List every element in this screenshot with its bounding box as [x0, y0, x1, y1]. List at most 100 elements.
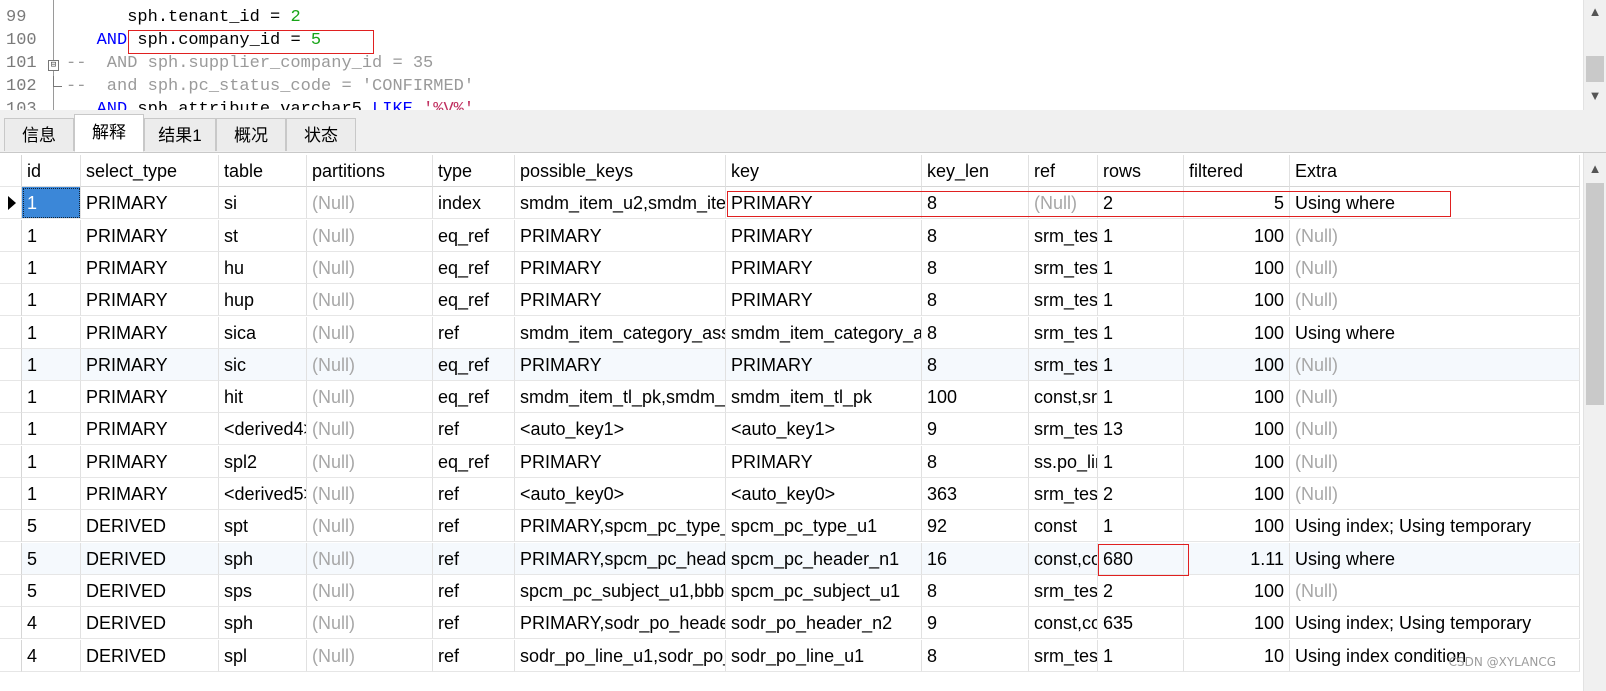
cell-id[interactable]: 1 — [22, 348, 81, 381]
cell-rows[interactable]: 1 — [1098, 316, 1184, 349]
cell-key-len[interactable]: 8 — [922, 251, 1029, 284]
code-line[interactable]: 102 -- and sph.pc_status_code = 'CONFIRME… — [0, 75, 1580, 98]
cell-table[interactable]: sph — [219, 607, 307, 640]
cell-rows[interactable]: 2 — [1098, 478, 1184, 510]
cell-id[interactable]: 1 — [22, 187, 81, 220]
cell-ref[interactable]: const,const — [1029, 542, 1098, 575]
cell-type[interactable]: ref — [433, 607, 515, 640]
tab-info[interactable]: 信息 — [4, 118, 74, 151]
tab-overview[interactable]: 概况 — [216, 118, 286, 151]
cell-select-type[interactable]: PRIMARY — [81, 413, 219, 446]
code-line[interactable]: 103 AND sph.attribute_varchar5 LIKE '%V%… — [0, 98, 1580, 110]
table-row[interactable]: 1 PRIMARY <derived4> (Null) ref <auto_key1> <a… — [0, 413, 1580, 446]
cell-table[interactable]: hu — [219, 251, 307, 284]
cell-table[interactable]: sic — [219, 348, 307, 381]
cell-partitions[interactable]: (Null) — [307, 284, 433, 317]
cell-extra[interactable]: (Null) — [1290, 574, 1580, 607]
tab-status[interactable]: 状态 — [286, 118, 356, 151]
cell-partitions[interactable]: (Null) — [307, 316, 433, 349]
code-line[interactable]: 99 sph.tenant_id = 2 — [0, 6, 1580, 29]
cell-key-len[interactable]: 8 — [922, 348, 1029, 381]
column-header-ref[interactable]: ref — [1029, 155, 1098, 187]
cell-ref[interactable]: (Null) — [1029, 187, 1098, 220]
cell-possible-keys[interactable]: smdm_item_category_assign — [515, 316, 726, 349]
cell-partitions[interactable]: (Null) — [307, 413, 433, 446]
cell-filtered[interactable]: 100 — [1184, 316, 1290, 349]
cell-key-len[interactable]: 8 — [922, 639, 1029, 672]
cell-id[interactable]: 5 — [22, 574, 81, 607]
cell-possible-keys[interactable]: PRIMARY — [515, 219, 726, 252]
cell-extra[interactable]: (Null) — [1290, 478, 1580, 510]
cell-extra[interactable]: Using index; Using temporary — [1290, 510, 1580, 543]
table-row[interactable]: 5 DERIVED spt (Null) ref PRIMARY,spcm_pc_type… — [0, 510, 1580, 543]
cell-key-len[interactable]: 8 — [922, 187, 1029, 220]
cell-select-type[interactable]: PRIMARY — [81, 478, 219, 510]
cell-id[interactable]: 1 — [22, 413, 81, 446]
cell-type[interactable]: eq_ref — [433, 348, 515, 381]
cell-table[interactable]: hit — [219, 381, 307, 414]
cell-extra[interactable]: (Null) — [1290, 219, 1580, 252]
cell-rows[interactable]: 680 — [1098, 542, 1184, 575]
cell-filtered[interactable]: 100 — [1184, 413, 1290, 446]
cell-id[interactable]: 4 — [22, 607, 81, 640]
editor-scroll-thumb[interactable] — [1586, 56, 1604, 82]
table-row[interactable]: 5 DERIVED sph (Null) ref PRIMARY,spcm_pc_head… — [0, 542, 1580, 575]
cell-ref[interactable]: srm_test — [1029, 251, 1098, 284]
cell-rows[interactable]: 1 — [1098, 219, 1184, 252]
cell-ref[interactable]: srm_test — [1029, 219, 1098, 252]
cell-select-type[interactable]: DERIVED — [81, 639, 219, 672]
cell-key[interactable]: PRIMARY — [726, 219, 922, 252]
cell-filtered[interactable]: 100 — [1184, 284, 1290, 317]
fold-collapse-icon[interactable]: ⊟ — [48, 60, 59, 71]
cell-key-len[interactable]: 8 — [922, 219, 1029, 252]
table-row[interactable]: 4 DERIVED sph (Null) ref PRIMARY,sodr_po_head… — [0, 607, 1580, 640]
row-selector[interactable] — [0, 251, 22, 284]
cell-select-type[interactable]: DERIVED — [81, 542, 219, 575]
table-row[interactable]: 1 PRIMARY hup (Null) eq_ref PRIMARY PRIMARY 8 sr… — [0, 284, 1580, 317]
cell-key-len[interactable]: 9 — [922, 413, 1029, 446]
cell-rows[interactable]: 1 — [1098, 284, 1184, 317]
cell-table[interactable]: si — [219, 187, 307, 220]
cell-filtered[interactable]: 100 — [1184, 381, 1290, 414]
cell-partitions[interactable]: (Null) — [307, 445, 433, 478]
cell-partitions[interactable]: (Null) — [307, 251, 433, 284]
cell-select-type[interactable]: PRIMARY — [81, 219, 219, 252]
cell-select-type[interactable]: DERIVED — [81, 574, 219, 607]
cell-extra[interactable]: (Null) — [1290, 381, 1580, 414]
table-row[interactable]: 1 PRIMARY st (Null) eq_ref PRIMARY PRIMARY 8 srm… — [0, 219, 1580, 252]
cell-filtered[interactable]: 100 — [1184, 478, 1290, 510]
cell-table[interactable]: sps — [219, 574, 307, 607]
row-selector[interactable] — [0, 639, 22, 672]
cell-key-len[interactable]: 363 — [922, 478, 1029, 510]
cell-key[interactable]: spcm_pc_type_u1 — [726, 510, 922, 543]
cell-filtered[interactable]: 100 — [1184, 510, 1290, 543]
row-selector[interactable] — [0, 413, 22, 446]
table-row[interactable]: 1 PRIMARY si (Null) index smdm_item_u2,smdm_i… — [0, 187, 1580, 220]
cell-partitions[interactable]: (Null) — [307, 348, 433, 381]
column-header-extra[interactable]: Extra — [1290, 155, 1580, 187]
cell-partitions[interactable]: (Null) — [307, 381, 433, 414]
cell-key[interactable]: sodr_po_line_u1 — [726, 639, 922, 672]
cell-possible-keys[interactable]: spcm_pc_subject_u1,bbb — [515, 574, 726, 607]
cell-type[interactable]: ref — [433, 510, 515, 543]
cell-key[interactable]: spcm_pc_header_n1 — [726, 542, 922, 575]
cell-table[interactable]: sica — [219, 316, 307, 349]
cell-key[interactable]: <auto_key0> — [726, 478, 922, 510]
cell-possible-keys[interactable]: PRIMARY,spcm_pc_type_u1 — [515, 510, 726, 543]
row-selector[interactable] — [0, 381, 22, 414]
scroll-down-icon[interactable]: ▼ — [1587, 88, 1603, 104]
cell-ref[interactable]: const,srm — [1029, 381, 1098, 414]
cell-extra[interactable]: Using where — [1290, 542, 1580, 575]
cell-possible-keys[interactable]: PRIMARY,spcm_pc_header_n1 — [515, 542, 726, 575]
cell-rows[interactable]: 1 — [1098, 348, 1184, 381]
cell-possible-keys[interactable]: PRIMARY — [515, 348, 726, 381]
row-selector[interactable] — [0, 607, 22, 640]
cell-extra[interactable]: (Null) — [1290, 413, 1580, 446]
cell-rows[interactable]: 1 — [1098, 510, 1184, 543]
cell-key-len[interactable]: 9 — [922, 607, 1029, 640]
column-header-id[interactable]: id — [22, 155, 81, 187]
cell-rows[interactable]: 2 — [1098, 187, 1184, 220]
cell-partitions[interactable]: (Null) — [307, 542, 433, 575]
row-selector[interactable] — [0, 316, 22, 349]
cell-extra[interactable]: Using where — [1290, 316, 1580, 349]
